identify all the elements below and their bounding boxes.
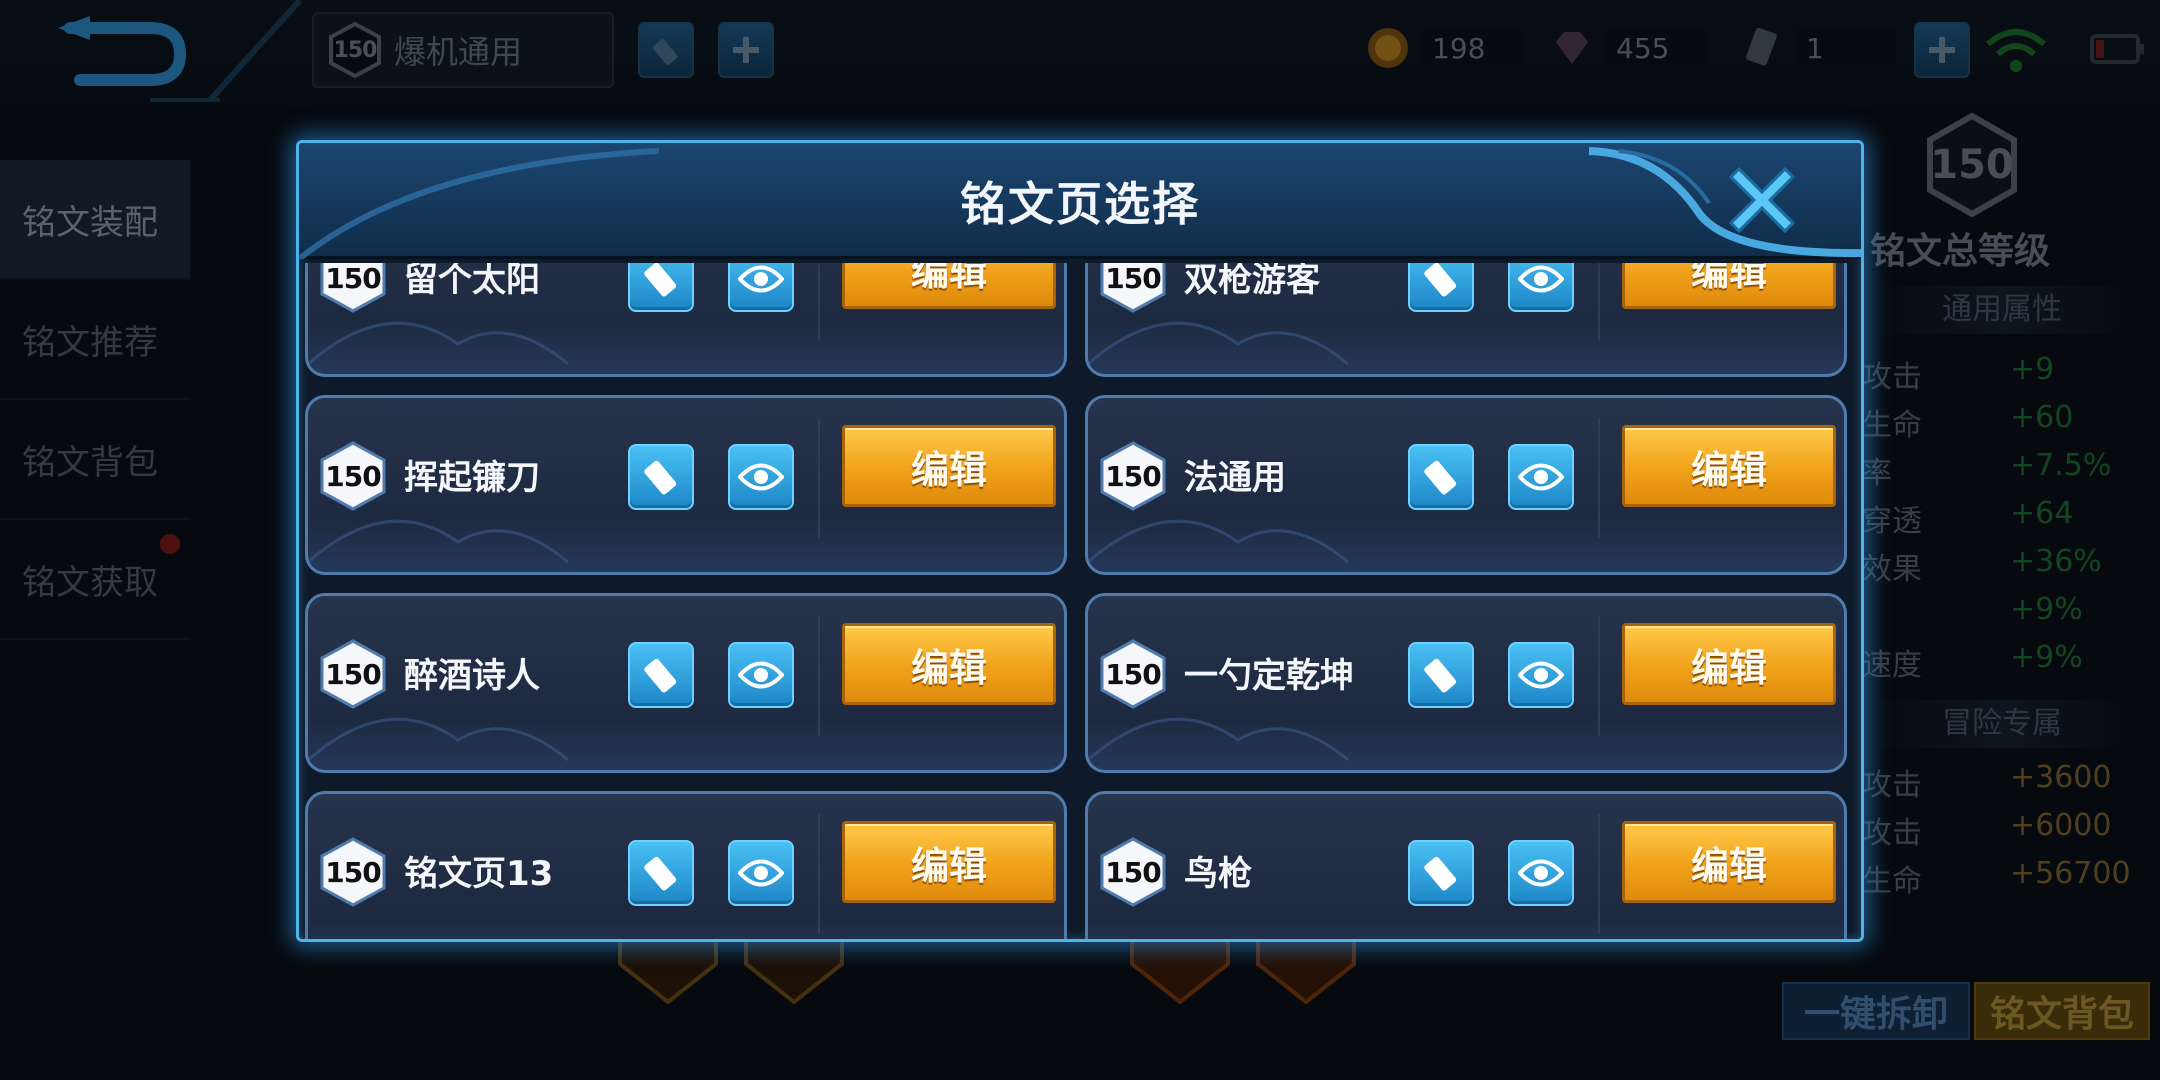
rune-page-card[interactable]: 150 铭文页13 编辑: [305, 791, 1067, 939]
page-name: 双枪游客: [1184, 263, 1320, 300]
page-level-value: 150: [1105, 657, 1161, 691]
edit-button[interactable]: 编辑: [1622, 623, 1836, 705]
rune-page-card[interactable]: 150 法通用 编辑: [1085, 395, 1847, 575]
rename-button[interactable]: [1408, 444, 1474, 510]
preview-button[interactable]: [728, 840, 794, 906]
page-name: 铭文页13: [404, 854, 554, 894]
page-level-value: 150: [325, 657, 381, 691]
eye-icon: [738, 859, 784, 887]
rune-page-card[interactable]: 150 一勺定乾坤 编辑: [1085, 593, 1847, 773]
card-divider: [1598, 418, 1600, 538]
page-level-value: 150: [1105, 855, 1161, 889]
rename-button[interactable]: [1408, 263, 1474, 312]
eye-icon: [738, 463, 784, 491]
page-level-badge: 150: [1098, 836, 1168, 908]
preview-button[interactable]: [728, 444, 794, 510]
card-divider: [818, 418, 820, 538]
card-divider: [1598, 814, 1600, 934]
eye-icon: [1518, 463, 1564, 491]
preview-button[interactable]: [728, 263, 794, 312]
card-divider: [1598, 616, 1600, 736]
page-level-value: 150: [325, 459, 381, 493]
rune-page-card[interactable]: 150 醉酒诗人 编辑: [305, 593, 1067, 773]
page-level-badge: 150: [318, 638, 388, 710]
rune-page-select-dialog: 铭文页选择 150 留个太阳 编辑 150 双枪游客 编辑 150 挥起镰刀 编…: [296, 140, 1864, 942]
preview-button[interactable]: [728, 642, 794, 708]
eye-icon: [738, 265, 784, 293]
preview-button[interactable]: [1508, 642, 1574, 708]
edit-button[interactable]: 编辑: [842, 425, 1056, 507]
page-level-badge: 150: [318, 836, 388, 908]
page-name: 留个太阳: [404, 263, 540, 300]
dialog-header: 铭文页选择: [299, 143, 1861, 259]
rune-page-card[interactable]: 150 双枪游客 编辑: [1085, 263, 1847, 377]
eraser-icon: [1424, 856, 1457, 891]
dialog-title: 铭文页选择: [960, 177, 1200, 231]
preview-button[interactable]: [1508, 263, 1574, 312]
page-level-badge: 150: [1098, 638, 1168, 710]
page-level-value: 150: [325, 855, 381, 889]
edit-button[interactable]: 编辑: [1622, 425, 1836, 507]
page-name: 醉酒诗人: [404, 656, 540, 696]
eye-icon: [1518, 265, 1564, 293]
page-level-badge: 150: [318, 263, 388, 314]
eraser-icon: [644, 263, 677, 297]
rename-button[interactable]: [628, 263, 694, 312]
edit-button[interactable]: 编辑: [842, 821, 1056, 903]
page-level-badge: 150: [1098, 263, 1168, 314]
card-divider: [818, 616, 820, 736]
page-level-badge: 150: [1098, 440, 1168, 512]
eraser-icon: [644, 856, 677, 891]
edit-button[interactable]: 编辑: [1622, 263, 1836, 309]
edit-button[interactable]: 编辑: [1622, 821, 1836, 903]
rename-button[interactable]: [1408, 840, 1474, 906]
rename-button[interactable]: [1408, 642, 1474, 708]
preview-button[interactable]: [1508, 444, 1574, 510]
eye-icon: [1518, 859, 1564, 887]
rename-button[interactable]: [628, 840, 694, 906]
eraser-icon: [1424, 263, 1457, 297]
page-level-value: 150: [325, 263, 381, 295]
page-level-value: 150: [1105, 263, 1161, 295]
close-icon[interactable]: [1721, 159, 1803, 241]
eye-icon: [1518, 661, 1564, 689]
rune-page-card[interactable]: 150 留个太阳 编辑: [305, 263, 1067, 377]
eraser-icon: [644, 658, 677, 693]
preview-button[interactable]: [1508, 840, 1574, 906]
card-divider: [818, 263, 820, 340]
rune-page-card[interactable]: 150 鸟枪 编辑: [1085, 791, 1847, 939]
eye-icon: [738, 661, 784, 689]
eraser-icon: [1424, 658, 1457, 693]
page-name: 鸟枪: [1184, 854, 1252, 894]
page-level-badge: 150: [318, 440, 388, 512]
edit-button[interactable]: 编辑: [842, 263, 1056, 309]
eraser-icon: [644, 460, 677, 495]
rune-page-list[interactable]: 150 留个太阳 编辑 150 双枪游客 编辑 150 挥起镰刀 编辑 150 …: [305, 263, 1855, 939]
page-level-value: 150: [1105, 459, 1161, 493]
card-divider: [1598, 263, 1600, 340]
rename-button[interactable]: [628, 642, 694, 708]
eraser-icon: [1424, 460, 1457, 495]
card-divider: [818, 814, 820, 934]
rename-button[interactable]: [628, 444, 694, 510]
edit-button[interactable]: 编辑: [842, 623, 1056, 705]
page-name: 一勺定乾坤: [1184, 656, 1354, 696]
page-name: 挥起镰刀: [404, 458, 540, 498]
rune-page-card[interactable]: 150 挥起镰刀 编辑: [305, 395, 1067, 575]
page-name: 法通用: [1184, 458, 1286, 498]
